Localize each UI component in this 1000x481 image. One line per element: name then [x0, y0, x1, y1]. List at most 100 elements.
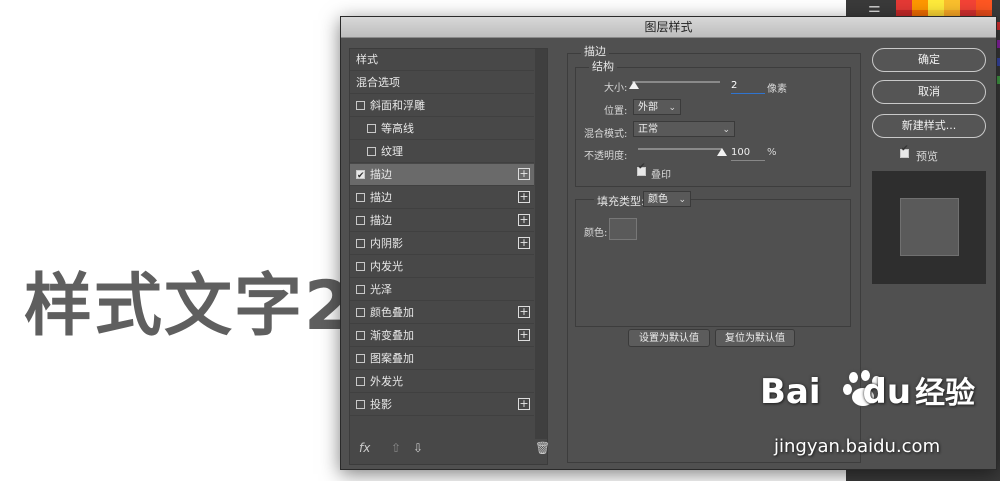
opacity-label: 不透明度:: [584, 151, 628, 162]
style-list-item-label: 外发光: [370, 375, 403, 388]
chevron-down-icon: ⌄: [678, 195, 686, 205]
style-list-item[interactable]: 颜色叠加 +: [350, 302, 534, 324]
chevron-down-icon: ⌄: [722, 125, 730, 135]
size-input[interactable]: 2: [731, 79, 765, 94]
style-list-item-label: 描边: [370, 191, 392, 204]
style-list-item[interactable]: 内阴影 +: [350, 233, 534, 255]
style-checkbox[interactable]: [356, 400, 365, 409]
add-effect-icon[interactable]: +: [518, 237, 530, 249]
blend-mode-select[interactable]: 正常 ⌄: [633, 121, 735, 137]
style-list-item[interactable]: 投影 +: [350, 394, 534, 416]
overprint-checkbox[interactable]: [637, 162, 646, 176]
style-list-item-label: 内发光: [370, 260, 403, 273]
style-list-item[interactable]: 描边 +: [350, 164, 534, 187]
add-effect-icon[interactable]: +: [518, 306, 530, 318]
color-label: 颜色:: [584, 228, 608, 239]
style-list-item-label: 等高线: [381, 122, 414, 135]
style-list-item[interactable]: 外发光: [350, 371, 534, 393]
blend-mode-value: 正常: [638, 124, 658, 135]
style-list-item[interactable]: 描边 +: [350, 187, 534, 209]
blend-mode-label: 混合模式:: [584, 129, 628, 140]
style-list-item[interactable]: 内发光: [350, 256, 534, 278]
style-list-item-label: 样式: [356, 53, 378, 66]
style-list-scrollbar[interactable]: [535, 49, 547, 439]
opacity-slider[interactable]: [638, 148, 722, 150]
style-checkbox[interactable]: [356, 101, 365, 110]
style-list-item[interactable]: 纹理: [350, 141, 534, 163]
size-unit: 像素: [767, 84, 787, 95]
style-list-item-label: 斜面和浮雕: [370, 99, 425, 112]
style-checkbox[interactable]: [367, 147, 376, 156]
fx-icon[interactable]: fx: [359, 441, 370, 455]
size-slider-thumb[interactable]: [628, 81, 639, 89]
style-preview: [872, 171, 986, 284]
reset-default-button[interactable]: 复位为默认值: [715, 329, 795, 347]
opacity-unit: %: [767, 147, 777, 158]
watermark-url: jingyan.baidu.com: [774, 436, 941, 457]
opacity-input[interactable]: 100: [731, 146, 765, 161]
stroke-section-title: 描边: [581, 43, 609, 59]
structure-title: 结构: [589, 58, 617, 74]
style-list-item[interactable]: 等高线: [350, 118, 534, 140]
style-checkbox[interactable]: [367, 124, 376, 133]
style-preview-swatch: [900, 198, 959, 256]
fill-type-value: 颜色: [648, 194, 668, 205]
style-checkbox[interactable]: [356, 285, 365, 294]
style-list-item[interactable]: 样式: [350, 49, 534, 71]
style-list-item[interactable]: 图案叠加: [350, 348, 534, 370]
style-checkbox[interactable]: [356, 354, 365, 363]
add-effect-icon[interactable]: +: [518, 191, 530, 203]
add-effect-icon[interactable]: +: [518, 214, 530, 226]
color-swatch[interactable]: [609, 218, 637, 240]
style-checkbox[interactable]: [356, 262, 365, 271]
fill-type-label: 填充类型:: [594, 193, 648, 209]
watermark-brand-suffix: du: [862, 372, 912, 412]
style-list-item[interactable]: 描边 +: [350, 210, 534, 232]
style-list-item-label: 描边: [370, 168, 392, 181]
make-default-button[interactable]: 设置为默认值: [628, 329, 710, 347]
style-list: 样式混合选项斜面和浮雕等高线纹理描边+描边+描边+内阴影+内发光光泽颜色叠加+渐…: [349, 48, 548, 465]
style-list-item-label: 投影: [370, 398, 392, 411]
style-list-item-label: 描边: [370, 214, 392, 227]
style-list-item-label: 颜色叠加: [370, 306, 414, 319]
position-value: 外部: [638, 102, 658, 113]
style-list-item-label: 光泽: [370, 283, 392, 296]
position-label: 位置:: [604, 106, 628, 117]
style-checkbox[interactable]: [356, 308, 365, 317]
baidu-watermark: Bai du 经验 jingyan.baidu.com: [760, 368, 976, 457]
arrow-down-icon[interactable]: ⇩: [413, 441, 423, 455]
style-list-item-label: 混合选项: [356, 76, 400, 89]
overprint-label: 叠印: [651, 170, 671, 181]
style-checkbox[interactable]: [356, 377, 365, 386]
size-slider[interactable]: [632, 81, 720, 83]
fill-type-select[interactable]: 颜色 ⌄: [643, 191, 691, 207]
style-checkbox[interactable]: [356, 216, 365, 225]
cancel-button[interactable]: 取消: [872, 80, 986, 104]
style-list-footer: fx ⇧ ⇩ 🗑: [349, 435, 550, 461]
opacity-slider-thumb[interactable]: [717, 148, 727, 156]
add-effect-icon[interactable]: +: [518, 398, 530, 410]
new-style-button[interactable]: 新建样式...: [872, 114, 986, 138]
arrow-up-icon[interactable]: ⇧: [391, 441, 401, 455]
style-list-item-label: 渐变叠加: [370, 329, 414, 342]
style-list-item[interactable]: 斜面和浮雕: [350, 95, 534, 117]
dialog-title: 图层样式: [341, 17, 996, 38]
preview-checkbox[interactable]: [900, 144, 909, 158]
canvas-text: 样式文字2: [24, 267, 354, 346]
style-list-item[interactable]: 渐变叠加 +: [350, 325, 534, 347]
style-list-item[interactable]: 光泽: [350, 279, 534, 301]
ok-button[interactable]: 确定: [872, 48, 986, 72]
trash-icon[interactable]: 🗑: [535, 441, 550, 455]
add-effect-icon[interactable]: +: [518, 329, 530, 341]
style-checkbox[interactable]: [356, 239, 365, 248]
size-label: 大小:: [604, 83, 628, 94]
position-select[interactable]: 外部 ⌄: [633, 99, 681, 115]
style-checkbox[interactable]: [356, 165, 365, 187]
style-checkbox[interactable]: [356, 193, 365, 202]
style-checkbox[interactable]: [356, 331, 365, 340]
watermark-product: 经验: [915, 376, 976, 411]
style-list-item[interactable]: 混合选项: [350, 72, 534, 94]
chevron-down-icon: ⌄: [668, 103, 676, 113]
style-list-item-label: 纹理: [381, 145, 403, 158]
add-effect-icon[interactable]: +: [518, 168, 530, 180]
